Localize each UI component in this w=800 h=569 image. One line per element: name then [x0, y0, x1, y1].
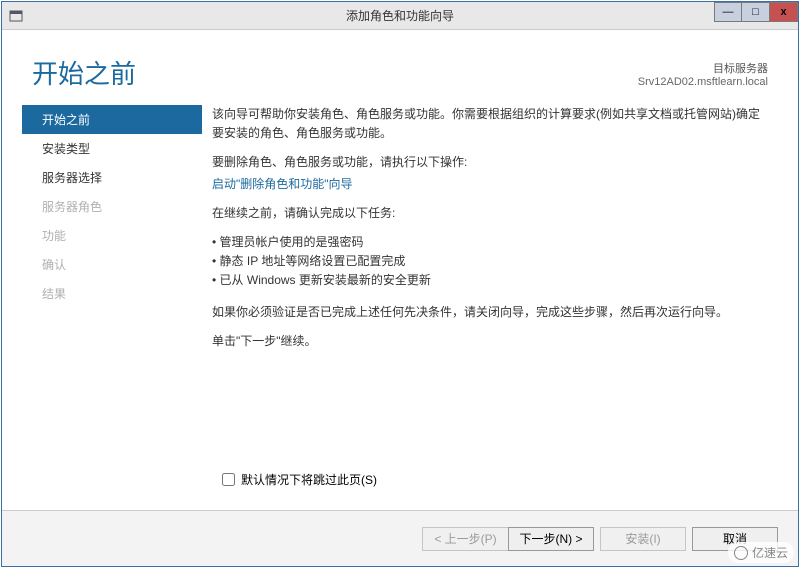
intro-text: 该向导可帮助你安装角色、角色服务或功能。你需要根据组织的计算要求(例如共享文档或… — [212, 105, 768, 143]
remove-roles-link[interactable]: 启动"删除角色和功能"向导 — [212, 175, 768, 194]
skip-page-checkbox[interactable] — [222, 473, 235, 486]
prereq-item: 已从 Windows 更新安装最新的安全更新 — [212, 271, 768, 290]
step-installation-type[interactable]: 安装类型 — [22, 134, 202, 163]
step-server-roles: 服务器角色 — [22, 192, 202, 221]
step-before-you-begin[interactable]: 开始之前 — [22, 105, 202, 134]
install-button: 安装(I) — [600, 527, 686, 551]
body: 开始之前 安装类型 服务器选择 服务器角色 功能 确认 结果 该向导可帮助你安装… — [2, 101, 798, 481]
verify-text: 如果你必须验证是否已完成上述任何先决条件，请关闭向导，完成这些步骤，然后再次运行… — [212, 303, 768, 322]
minimize-button[interactable]: — — [714, 2, 742, 22]
titlebar: 添加角色和功能向导 — □ x — [2, 2, 798, 30]
target-server-label: 目标服务器 — [638, 60, 768, 76]
watermark-icon — [734, 546, 748, 560]
prereq-item: 静态 IP 地址等网络设置已配置完成 — [212, 252, 768, 271]
next-button[interactable]: 下一步(N) > — [508, 527, 594, 551]
step-features: 功能 — [22, 221, 202, 250]
remove-prompt: 要删除角色、角色服务或功能，请执行以下操作: — [212, 153, 768, 172]
window-controls: — □ x — [714, 2, 798, 22]
close-button[interactable]: x — [770, 2, 798, 22]
step-confirmation: 确认 — [22, 250, 202, 279]
step-server-selection[interactable]: 服务器选择 — [22, 163, 202, 192]
wizard-steps-sidebar: 开始之前 安装类型 服务器选择 服务器角色 功能 确认 结果 — [22, 101, 202, 481]
nav-button-group: < 上一步(P) 下一步(N) > — [422, 527, 594, 551]
step-results: 结果 — [22, 279, 202, 308]
watermark: 亿速云 — [728, 542, 794, 563]
skip-page-row: 默认情况下将跳过此页(S) — [222, 471, 377, 488]
header: 开始之前 目标服务器 Srv12AD02.msftlearn.local — [2, 30, 798, 101]
target-server-name: Srv12AD02.msftlearn.local — [638, 76, 768, 88]
continue-text: 单击"下一步"继续。 — [212, 332, 768, 351]
target-server-info: 目标服务器 Srv12AD02.msftlearn.local — [638, 60, 768, 88]
prerequisite-list: 管理员帐户使用的是强密码 静态 IP 地址等网络设置已配置完成 已从 Windo… — [212, 233, 768, 291]
content-area: 该向导可帮助你安装角色、角色服务或功能。你需要根据组织的计算要求(例如共享文档或… — [202, 101, 778, 481]
watermark-text: 亿速云 — [752, 544, 788, 561]
window-title: 添加角色和功能向导 — [346, 7, 454, 24]
confirm-prompt: 在继续之前，请确认完成以下任务: — [212, 204, 768, 223]
app-icon — [8, 8, 24, 24]
skip-page-label: 默认情况下将跳过此页(S) — [241, 471, 377, 488]
maximize-button[interactable]: □ — [742, 2, 770, 22]
previous-button: < 上一步(P) — [422, 527, 508, 551]
wizard-footer: < 上一步(P) 下一步(N) > 安装(I) 取消 — [2, 510, 798, 566]
prereq-item: 管理员帐户使用的是强密码 — [212, 233, 768, 252]
